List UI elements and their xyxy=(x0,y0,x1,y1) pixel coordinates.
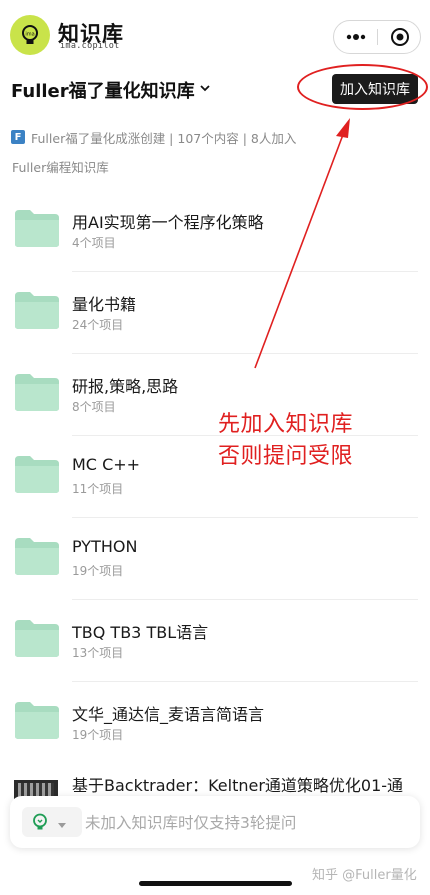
knowledge-base-subtitle: Fuller编程知识库 xyxy=(12,160,109,175)
folder-name: 文华_通达信_麦语言简语言 xyxy=(72,705,265,724)
annotation-text-line1: 先加入知识库 xyxy=(218,412,354,437)
folder-name: 研报,策略,思路 xyxy=(72,377,179,396)
folder-name: PYTHON xyxy=(72,537,138,556)
lightbulb-icon xyxy=(30,812,50,832)
model-selector-button[interactable] xyxy=(22,807,82,837)
folder-list: 用AI实现第一个程序化策略 4个项目 量化书籍 24个项目 研报,策略,思路 8… xyxy=(0,190,430,764)
folder-count: 13个项目 xyxy=(72,646,124,660)
folder-count: 19个项目 xyxy=(72,564,124,578)
more-options-icon[interactable] xyxy=(334,21,377,53)
folder-icon xyxy=(14,700,60,740)
knowledge-base-title[interactable]: Fuller福了量化知识库 xyxy=(11,77,195,103)
folder-icon xyxy=(14,208,60,248)
miniprogram-capsule xyxy=(333,20,421,54)
folder-icon xyxy=(14,290,60,330)
chevron-down-icon[interactable] xyxy=(197,80,213,96)
folder-count: 8个项目 xyxy=(72,400,116,414)
folder-icon xyxy=(14,618,60,658)
folder-item[interactable]: PYTHON 19个项目 xyxy=(0,518,430,600)
folder-item[interactable]: 量化书籍 24个项目 xyxy=(0,272,430,354)
close-miniprogram-icon[interactable] xyxy=(378,21,421,53)
document-name: 基于Backtrader：Keltner通道策略优化01-通 xyxy=(72,776,404,795)
caret-down-icon xyxy=(56,816,68,828)
folder-name: 量化书籍 xyxy=(72,295,137,314)
folder-icon xyxy=(14,454,60,494)
folder-name: 用AI实现第一个程序化策略 xyxy=(72,213,264,232)
folder-item[interactable]: 用AI实现第一个程序化策略 4个项目 xyxy=(0,190,430,272)
knowledge-base-meta: F Fuller福了量化成涨创建 | 107个内容 | 8人加入 xyxy=(11,127,296,147)
annotation-circle xyxy=(297,64,428,110)
annotation-text-line2: 否则提问受限 xyxy=(218,444,354,469)
folder-icon xyxy=(14,372,60,412)
folder-count: 24个项目 xyxy=(72,318,124,332)
app-subtitle: ima.copilot xyxy=(60,41,120,51)
folder-count: 4个项目 xyxy=(72,236,116,250)
folder-item[interactable]: TBQ TB3 TBL语言 13个项目 xyxy=(0,600,430,682)
folder-item[interactable]: 研报,策略,思路 8个项目 xyxy=(0,354,430,436)
svg-text:ima: ima xyxy=(25,32,34,38)
folder-name: MC C++ xyxy=(72,455,141,474)
folder-icon xyxy=(14,536,60,576)
watermark: 知乎 @Fuller量化 xyxy=(312,868,417,883)
creator-icon: F xyxy=(11,130,25,144)
home-indicator[interactable] xyxy=(139,881,292,886)
logo-bulb-icon: ima xyxy=(10,15,50,55)
folder-item[interactable]: MC C++ 11个项目 xyxy=(0,436,430,518)
ask-panel: 未加入知识库时仅支持3轮提问 xyxy=(10,796,420,848)
folder-item[interactable]: 文华_通达信_麦语言简语言 19个项目 xyxy=(0,682,430,764)
folder-count: 11个项目 xyxy=(72,482,124,496)
folder-count: 19个项目 xyxy=(72,728,124,742)
folder-name: TBQ TB3 TBL语言 xyxy=(72,623,209,642)
meta-text: Fuller福了量化成涨创建 | 107个内容 | 8人加入 xyxy=(31,130,297,146)
ask-input[interactable]: 未加入知识库时仅支持3轮提问 xyxy=(85,811,296,833)
